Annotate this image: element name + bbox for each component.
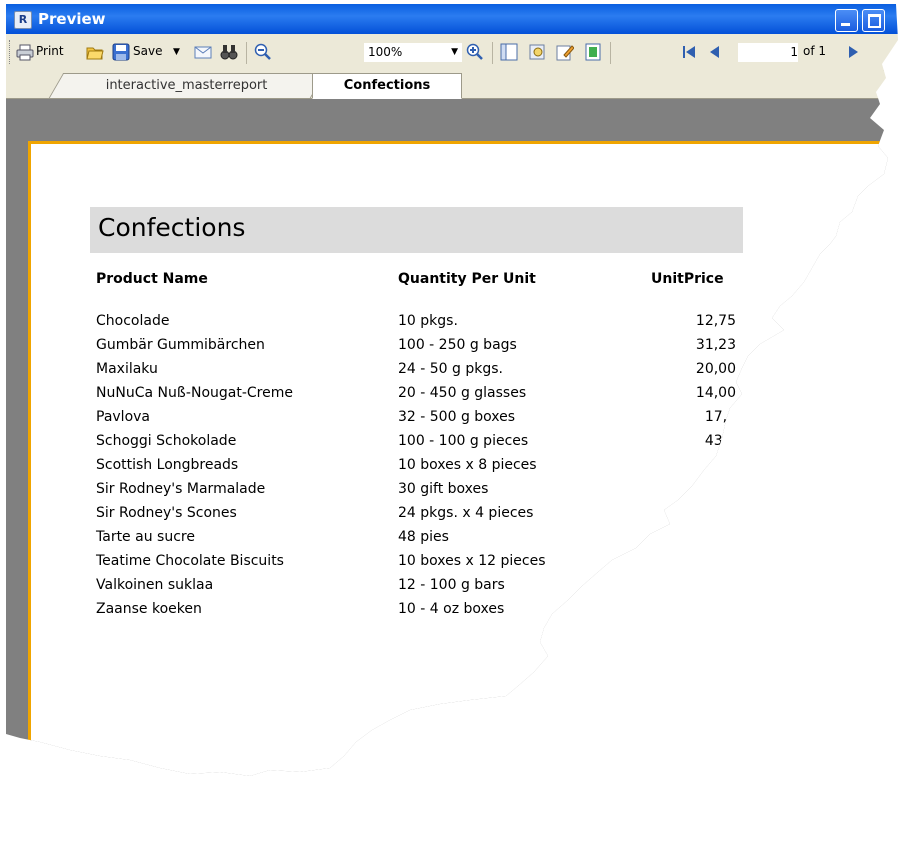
table-row: Gumbär Gummibärchen 100 - 250 g bags 31,… bbox=[96, 337, 756, 361]
report-tabstrip: interactive_masterreport Confections bbox=[6, 70, 898, 99]
quantity-cell: 30 gift boxes bbox=[398, 481, 489, 497]
unit-price-cell: 31,23 bbox=[695, 337, 736, 353]
window-title: Preview bbox=[38, 10, 106, 28]
quantity-cell: 100 - 100 g pieces bbox=[398, 433, 529, 449]
unit-price-cell: 14,00 bbox=[695, 385, 736, 401]
tab-confections[interactable]: Confections bbox=[312, 73, 462, 99]
app-icon: R bbox=[14, 11, 32, 29]
quantity-cell: 24 pkgs. x 4 pieces bbox=[398, 505, 534, 521]
first-page-icon[interactable] bbox=[680, 43, 698, 61]
title-bar[interactable]: R Preview bbox=[6, 4, 898, 34]
minimize-button[interactable] bbox=[835, 9, 858, 32]
minimize-icon bbox=[841, 23, 850, 26]
page-layout-icon[interactable] bbox=[584, 43, 602, 61]
quantity-cell: 20 - 450 g glasses bbox=[398, 385, 527, 401]
unit-price-cell: 17,4 bbox=[704, 409, 736, 425]
table-row: Zaanse koeken 10 - 4 oz boxes bbox=[96, 601, 756, 625]
find-binoculars-icon[interactable] bbox=[220, 43, 238, 61]
toolbar: Print Save ▼ 100% ▼ 1 of 1 bbox=[6, 34, 898, 71]
product-name-cell: Sir Rodney's Marmalade bbox=[96, 481, 266, 497]
product-name-cell: Pavlova bbox=[96, 409, 150, 425]
zoom-select[interactable]: 100% ▼ bbox=[364, 43, 462, 62]
zoom-value: 100% bbox=[368, 45, 403, 59]
zoom-in-icon[interactable] bbox=[466, 43, 484, 61]
unit-price-cell: 20,00 bbox=[695, 361, 736, 377]
document-map-icon[interactable] bbox=[500, 43, 518, 61]
table-row: Tarte au sucre 48 pies bbox=[96, 529, 756, 553]
quantity-cell: 10 boxes x 12 pieces bbox=[398, 553, 546, 569]
page-count-label: of 1 bbox=[803, 44, 827, 58]
printer-icon[interactable] bbox=[16, 43, 34, 61]
table-row: Pavlova 32 - 500 g boxes 17,4 bbox=[96, 409, 756, 433]
page-number-input[interactable]: 1 bbox=[738, 43, 798, 62]
toolbar-grip[interactable] bbox=[9, 40, 13, 64]
product-name-cell: Maxilaku bbox=[96, 361, 158, 377]
quantity-cell: 12 - 100 g bars bbox=[398, 577, 505, 593]
print-button[interactable]: Print bbox=[36, 44, 64, 62]
preview-window: R Preview Print Save ▼ 100% ▼ 1 of 1 int… bbox=[0, 4, 898, 776]
product-name-cell: Gumbär Gummibärchen bbox=[96, 337, 265, 353]
email-icon[interactable] bbox=[194, 43, 212, 61]
quantity-cell: 24 - 50 g pkgs. bbox=[398, 361, 503, 377]
product-name-cell: Valkoinen suklaa bbox=[96, 577, 214, 593]
save-disk-icon[interactable] bbox=[112, 43, 130, 61]
product-name-cell: Chocolade bbox=[96, 313, 170, 329]
quantity-cell: 32 - 500 g boxes bbox=[398, 409, 516, 425]
quantity-cell: 10 - 4 oz boxes bbox=[398, 601, 505, 617]
open-folder-icon[interactable] bbox=[86, 43, 104, 61]
product-name-cell: Zaanse koeken bbox=[96, 601, 202, 617]
tab-interactive-masterreport[interactable]: interactive_masterreport bbox=[48, 73, 326, 98]
toolbar-separator bbox=[246, 42, 247, 64]
table-row: Chocolade 10 pkgs. 12,75 bbox=[96, 313, 756, 337]
table-row: Valkoinen suklaa 12 - 100 g bars bbox=[96, 577, 756, 601]
table-row: Scottish Longbreads 10 boxes x 8 pieces bbox=[96, 457, 756, 481]
toolbar-separator bbox=[610, 42, 611, 64]
table-row: Sir Rodney's Scones 24 pkgs. x 4 pieces bbox=[96, 505, 756, 529]
toolbar-separator bbox=[492, 42, 493, 64]
unit-price-cell: 43,0 bbox=[704, 433, 736, 449]
table-row: Sir Rodney's Marmalade 30 gift boxes bbox=[96, 481, 756, 505]
product-name-cell: Teatime Chocolate Biscuits bbox=[96, 553, 284, 569]
maximize-button[interactable] bbox=[862, 9, 885, 32]
column-header-unit-price: UnitPrice bbox=[651, 271, 724, 287]
edit-pencil-icon[interactable] bbox=[556, 43, 574, 61]
current-page: 1 bbox=[790, 45, 798, 59]
quantity-cell: 10 pkgs. bbox=[398, 313, 458, 329]
table-row: Maxilaku 24 - 50 g pkgs. 20,00 bbox=[96, 361, 756, 385]
previous-page-icon[interactable] bbox=[706, 43, 724, 61]
product-name-cell: NuNuCa Nuß-Nougat-Creme bbox=[96, 385, 293, 401]
tab-label: Confections bbox=[343, 78, 431, 93]
parameters-icon[interactable] bbox=[528, 43, 546, 61]
table-row: NuNuCa Nuß-Nougat-Creme 20 - 450 g glass… bbox=[96, 385, 756, 409]
product-name-cell: Sir Rodney's Scones bbox=[96, 505, 237, 521]
product-name-cell: Scottish Longbreads bbox=[96, 457, 239, 473]
quantity-cell: 48 pies bbox=[398, 529, 449, 545]
zoom-dropdown-arrow-icon[interactable]: ▼ bbox=[451, 47, 458, 57]
table-row: Schoggi Schokolade 100 - 100 g pieces 43… bbox=[96, 433, 756, 457]
product-name-cell: Tarte au sucre bbox=[96, 529, 195, 545]
table-row: Teatime Chocolate Biscuits 10 boxes x 12… bbox=[96, 553, 756, 577]
save-dropdown-arrow-icon[interactable]: ▼ bbox=[173, 47, 180, 65]
product-name-cell: Schoggi Schokolade bbox=[96, 433, 237, 449]
quantity-cell: 100 - 250 g bags bbox=[398, 337, 517, 353]
save-button[interactable]: Save bbox=[133, 44, 162, 62]
tab-label: interactive_masterreport bbox=[105, 78, 268, 93]
maximize-icon bbox=[868, 14, 881, 28]
zoom-out-icon[interactable] bbox=[254, 43, 272, 61]
column-header-product-name: Product Name bbox=[96, 271, 208, 287]
column-header-quantity-per-unit: Quantity Per Unit bbox=[398, 271, 536, 287]
quantity-cell: 10 boxes x 8 pieces bbox=[398, 457, 537, 473]
next-page-icon[interactable] bbox=[844, 43, 862, 61]
report-title: Confections bbox=[98, 213, 246, 242]
torn-screenshot: R Preview Print Save ▼ 100% ▼ 1 of 1 int… bbox=[0, 0, 898, 801]
unit-price-cell: 12,75 bbox=[695, 313, 736, 329]
